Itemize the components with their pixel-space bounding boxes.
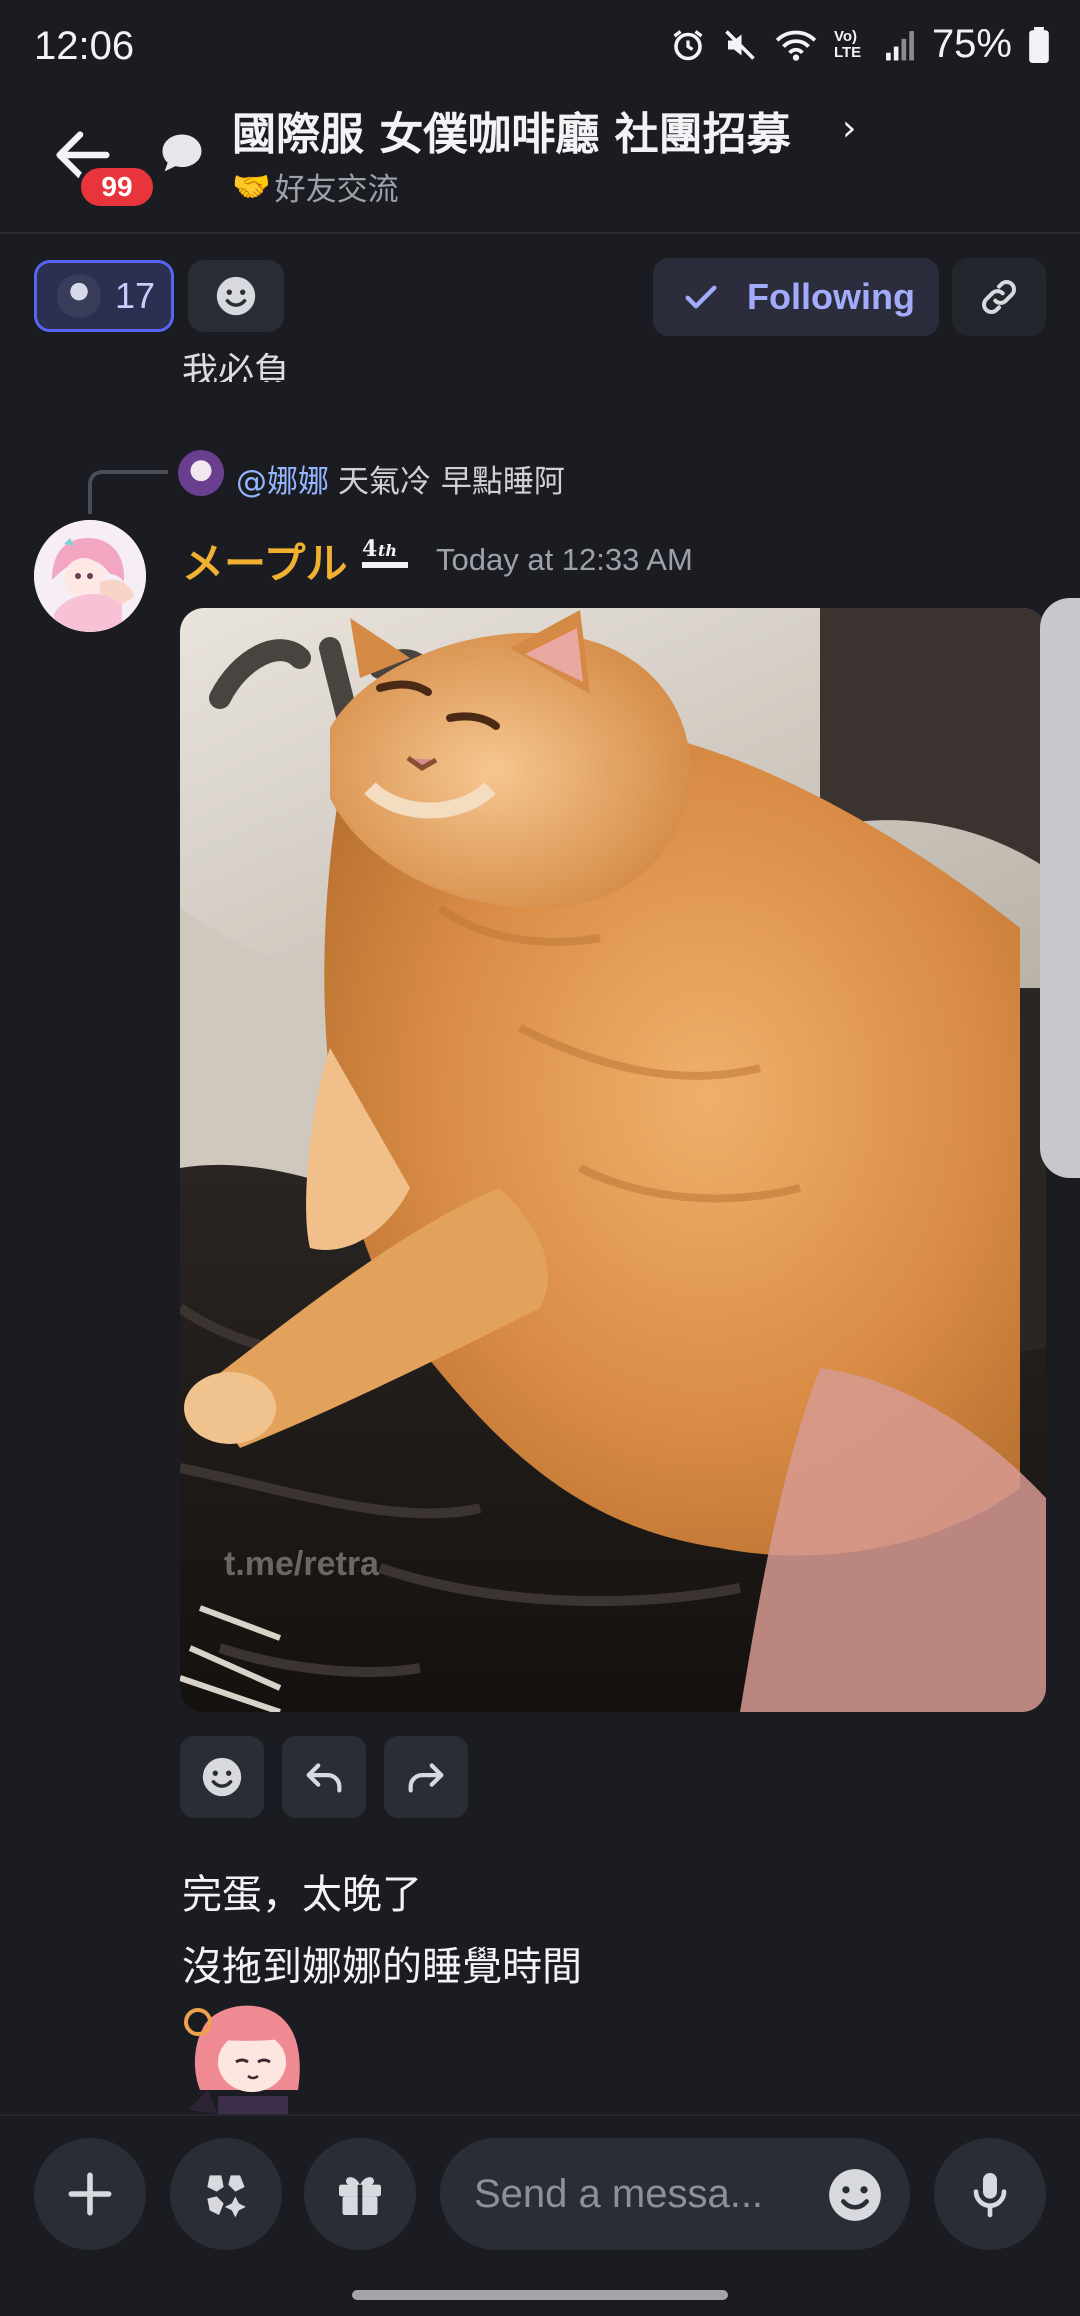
reply-mention[interactable]: @娜娜	[236, 456, 329, 501]
following-button[interactable]: Following	[653, 258, 939, 336]
channel-title[interactable]: 國際服 女僕咖啡廳 社團招募	[232, 98, 791, 162]
gift-button[interactable]	[304, 2138, 416, 2250]
forward-icon	[408, 1763, 444, 1793]
home-indicator[interactable]	[352, 2290, 728, 2300]
following-label: Following	[747, 276, 915, 317]
author-name[interactable]: メープル	[182, 530, 347, 591]
channel-subtitle-label: 好友交流	[274, 172, 399, 208]
reply-connector	[88, 470, 168, 514]
reply-button[interactable]	[282, 1736, 366, 1818]
battery-icon	[1029, 26, 1049, 63]
chevron-right-icon[interactable]: ›	[842, 108, 856, 149]
sticker-image[interactable]	[178, 2000, 318, 2114]
apps-icon	[207, 2175, 246, 2218]
mute-icon	[725, 29, 755, 60]
forward-button[interactable]	[384, 1736, 468, 1818]
message-timestamp: Today at 12:33 AM	[436, 542, 693, 577]
emoji-icon	[216, 276, 256, 316]
handshake-icon: 🤝	[232, 169, 271, 205]
status-icons: Vo) LTE 75%	[670, 22, 1050, 67]
emoji-icon	[202, 1757, 242, 1797]
previous-message-text: 我必負	[182, 351, 291, 382]
members-button[interactable]: 17	[34, 260, 174, 332]
volte-label: Vo) LTE	[833, 27, 862, 61]
svg-text:th: th	[378, 541, 397, 560]
alarm-icon	[673, 29, 703, 60]
anniversary-badge-icon: 4 th	[360, 530, 412, 578]
signal-icon	[886, 30, 914, 60]
voice-message-button[interactable]	[934, 2138, 1046, 2250]
author-avatar[interactable]	[34, 520, 146, 632]
header-divider	[0, 232, 1080, 234]
gift-icon	[339, 2177, 381, 2215]
add-reaction-button[interactable]	[188, 260, 284, 332]
message-input[interactable]: Send a messa...	[440, 2138, 910, 2250]
battery-percent: 75%	[931, 22, 1012, 66]
message-input-placeholder: Send a messa...	[474, 2171, 764, 2216]
microphone-icon	[973, 2173, 1007, 2218]
member-count: 17	[115, 275, 156, 316]
reply-preview-text[interactable]: 天氣冷 早點睡阿	[338, 456, 565, 501]
unread-badge: 99	[77, 164, 157, 210]
emoji-picker-icon[interactable]	[824, 2164, 886, 2226]
link-icon	[982, 280, 1016, 314]
channel-subtitle: 🤝 好友交流	[232, 164, 399, 209]
message-text-line-2: 沒拖到娜娜的睡覺時間	[182, 1944, 582, 1990]
status-time: 12:06	[34, 24, 135, 68]
apps-button[interactable]	[170, 2138, 282, 2250]
media-attachment[interactable]: t.me/retra	[180, 608, 1046, 1712]
side-panel-peek[interactable]	[1040, 598, 1080, 1178]
reply-icon	[306, 1763, 342, 1793]
wifi-icon	[775, 30, 817, 61]
react-button[interactable]	[180, 1736, 264, 1818]
copy-link-button[interactable]	[952, 258, 1046, 336]
thread-bubble-icon	[162, 134, 202, 172]
plus-icon	[68, 2172, 112, 2216]
attach-button[interactable]	[34, 2138, 146, 2250]
message-text-line-1: 完蛋，太晚了	[182, 1872, 422, 1918]
reply-avatar[interactable]	[178, 450, 224, 496]
member-avatar	[57, 274, 101, 318]
check-icon	[685, 285, 717, 309]
media-watermark: t.me/retra	[224, 1545, 379, 1583]
svg-text:4: 4	[362, 536, 377, 562]
